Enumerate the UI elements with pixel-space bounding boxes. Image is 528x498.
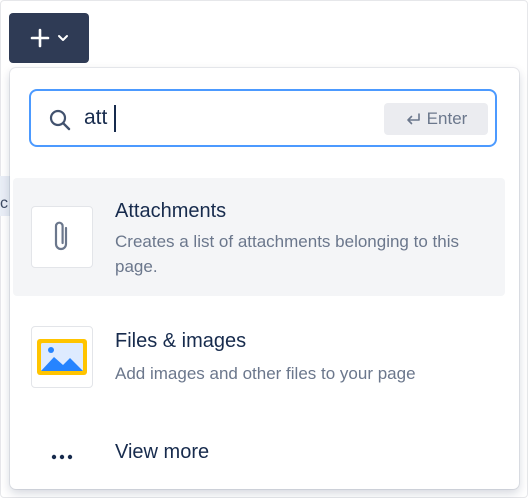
attachments-icon-tile [31, 206, 93, 268]
result-description: Add images and other files to your page [115, 364, 416, 383]
enter-key-hint: Enter [384, 103, 488, 135]
view-more-link[interactable]: View more [115, 441, 209, 464]
result-title: Files & images [115, 330, 247, 352]
result-description: Creates a list of attachments belonging … [115, 232, 459, 276]
insert-menu-dropdown: Enter Attachments Creates a list of atta… [10, 68, 519, 489]
result-title: Attachments [115, 200, 227, 222]
text-cursor [114, 105, 116, 132]
result-item-files-images[interactable]: Files & images Add images and other file… [13, 308, 505, 404]
more-dots-icon [51, 454, 73, 460]
return-arrow-icon [406, 113, 420, 125]
search-input[interactable] [84, 103, 324, 133]
files-images-icon-tile [31, 326, 93, 388]
search-icon [49, 109, 71, 131]
plus-icon [30, 28, 50, 48]
search-field[interactable]: Enter [29, 89, 497, 147]
image-icon [37, 339, 87, 375]
chevron-down-icon [58, 35, 68, 41]
paperclip-icon [54, 221, 68, 251]
result-item-attachments[interactable]: Attachments Creates a list of attachment… [13, 178, 505, 296]
insert-button[interactable] [9, 13, 89, 63]
enter-hint-label: Enter [426, 109, 468, 128]
background-text-fragment: c [0, 195, 8, 212]
